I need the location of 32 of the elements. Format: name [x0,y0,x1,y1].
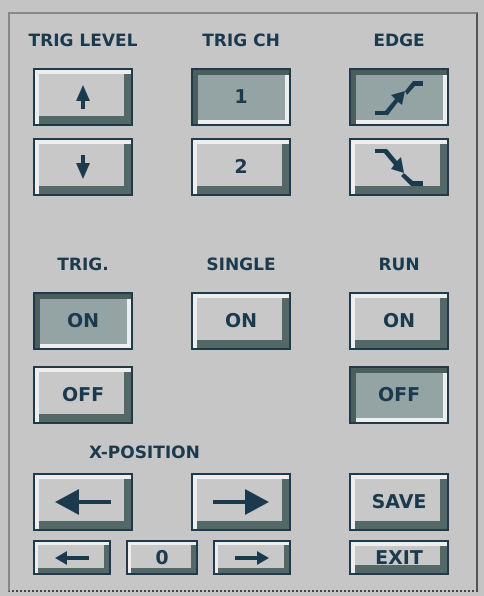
left-arrow-icon [55,550,89,564]
section-label: SINGLE [206,255,276,275]
toggle-button[interactable]: OFF [349,366,449,424]
left-button[interactable] [33,540,111,575]
toggle-button[interactable]: 2 [191,138,291,196]
rising-button[interactable] [349,68,449,126]
section-label: TRIG CH [202,31,280,51]
position-value: 0 [126,540,198,575]
falling-button[interactable] [349,138,449,196]
right-arrow-icon [235,550,269,564]
section-label: X-POSITION [89,443,200,463]
toggle-button[interactable]: OFF [33,366,133,424]
down-button[interactable] [33,138,133,196]
toggle-button[interactable]: 1 [191,68,291,126]
down-arrow-icon [76,155,90,179]
falling-edge-icon [375,147,423,187]
toggle-button[interactable]: ON [191,292,291,350]
left-arrow-icon [55,489,111,515]
right-arrow-icon [213,489,269,515]
left-button[interactable] [33,473,133,531]
section-label: TRIG. [57,255,109,275]
right-button[interactable] [191,473,291,531]
section-label: RUN [378,255,420,275]
section-label: EDGE [373,31,425,51]
exit-button[interactable]: EXIT [349,540,449,575]
toggle-button[interactable]: ON [349,292,449,350]
save-button[interactable]: SAVE [349,473,449,531]
up-arrow-icon [76,85,90,109]
up-button[interactable] [33,68,133,126]
section-label: TRIG LEVEL [28,31,138,51]
toggle-button[interactable]: ON [33,292,133,350]
right-button[interactable] [213,540,291,575]
